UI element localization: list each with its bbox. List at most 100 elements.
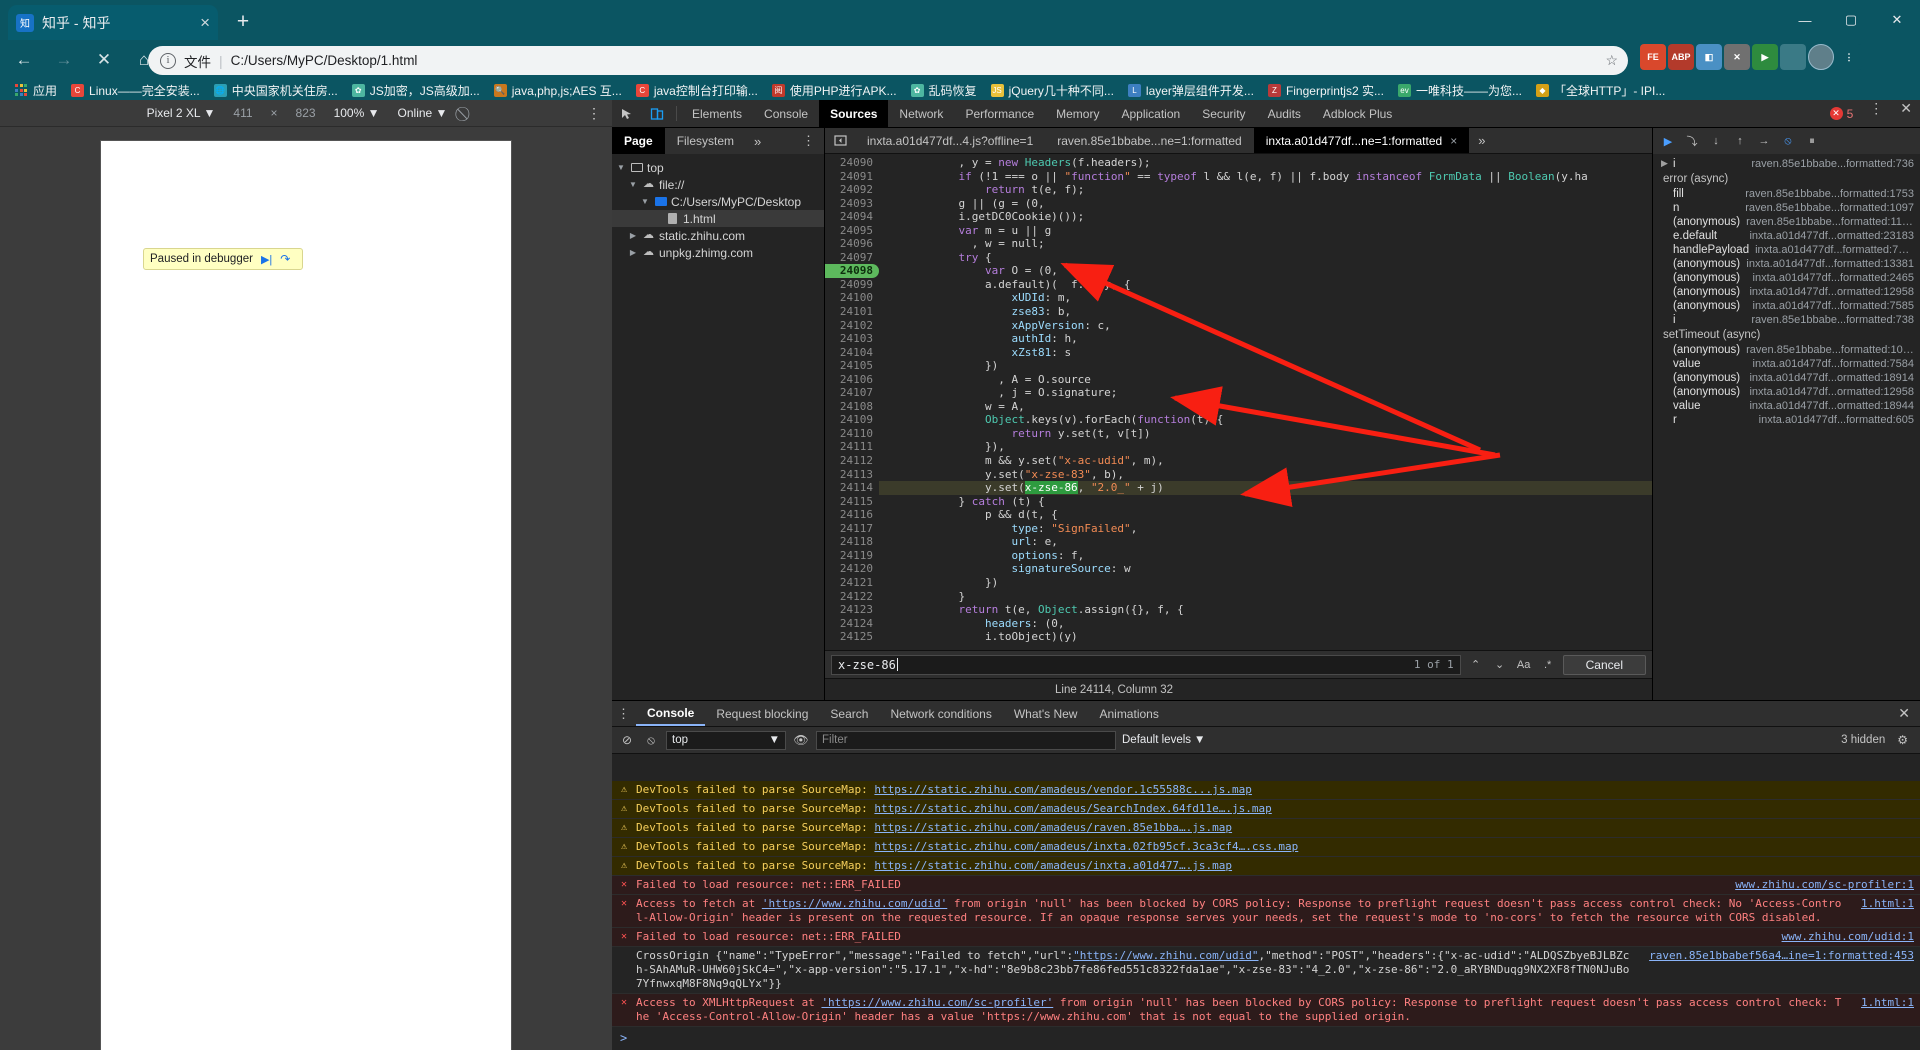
user-avatar-icon[interactable]: [1808, 44, 1834, 70]
adblock-extension-icon[interactable]: ABP: [1668, 44, 1694, 70]
clear-console-icon[interactable]: ⊘: [618, 733, 636, 747]
minimize-icon[interactable]: —: [1782, 0, 1828, 40]
bookmark-item[interactable]: JS jQuery几十种不同...: [984, 80, 1121, 100]
file-tree-node[interactable]: ▼ C:/Users/MyPC/Desktop: [612, 193, 824, 210]
call-stack-frame[interactable]: i raven.85e1bbabe...formatted:738: [1653, 313, 1920, 327]
window-close-icon[interactable]: ✕: [1874, 0, 1920, 40]
call-stack-frame[interactable]: e.default inxta.a01d477df...ormatted:2318…: [1653, 229, 1920, 243]
line-number[interactable]: 24094: [825, 210, 879, 224]
console-message-source-link[interactable]: raven.85e1bbabef56a4…ine=1:formatted:453: [1649, 949, 1914, 963]
file-tree-node[interactable]: ▼ ☁ file://: [612, 176, 824, 193]
console-message-link[interactable]: https://static.zhihu.com/amadeus/inxta.0…: [874, 840, 1298, 853]
error-badge[interactable]: ✕ 5: [1822, 100, 1862, 127]
editor-tab[interactable]: raven.85e1bbabe...ne=1:formatted: [1045, 128, 1253, 153]
new-tab-button[interactable]: +: [230, 10, 256, 36]
forward-icon[interactable]: →: [48, 44, 80, 76]
site-info-icon[interactable]: i: [160, 52, 176, 69]
drawer-tab-request-blocking[interactable]: Request blocking: [705, 701, 819, 726]
call-stack-frame[interactable]: r inxta.a01d477df...formatted:605: [1653, 413, 1920, 427]
twisty-icon[interactable]: ▼: [640, 197, 650, 206]
close-icon[interactable]: ×: [200, 14, 210, 31]
call-stack-frame[interactable]: ▶ i raven.85e1bbabe...formatted:736: [1653, 157, 1920, 171]
step-into-icon[interactable]: ↓: [1705, 131, 1727, 151]
devtools-close-icon[interactable]: ✕: [1892, 100, 1920, 127]
file-tree-node[interactable]: ▼ top: [612, 159, 824, 176]
resume-icon[interactable]: ▶: [1657, 131, 1679, 151]
tab-network[interactable]: Network: [888, 100, 954, 127]
line-number[interactable]: 24125: [825, 630, 879, 644]
line-number[interactable]: 24122: [825, 590, 879, 604]
line-number[interactable]: 24111: [825, 440, 879, 454]
regex-toggle[interactable]: .*: [1539, 659, 1557, 671]
generic-extension-2-icon[interactable]: ✕: [1724, 44, 1750, 70]
bookmark-item[interactable]: 阅使用PHP进行APK...: [765, 80, 904, 100]
search-cancel-button[interactable]: Cancel: [1562, 654, 1646, 675]
browser-tab[interactable]: 知 知乎 - 知乎 ×: [8, 5, 218, 40]
navigator-kebab-icon[interactable]: ⋮: [794, 128, 824, 154]
console-message-source-link[interactable]: www.zhihu.com/udid:1: [1782, 930, 1914, 944]
call-stack-frame[interactable]: (anonymous) inxta.a01d477df...ormatted:18…: [1653, 371, 1920, 385]
console-message-link[interactable]: "https://www.zhihu.com/udid": [1073, 949, 1258, 962]
step-icon[interactable]: →: [1753, 131, 1775, 151]
log-levels-select[interactable]: Default levels ▼: [1122, 734, 1205, 746]
tab-memory[interactable]: Memory: [1045, 100, 1110, 127]
line-number[interactable]: 24092: [825, 183, 879, 197]
line-number[interactable]: 24123: [825, 603, 879, 617]
feedly-extension-icon[interactable]: FE: [1640, 44, 1666, 70]
tab-application[interactable]: Application: [1110, 100, 1191, 127]
line-number[interactable]: 24104: [825, 346, 879, 360]
device-height[interactable]: 823: [296, 106, 316, 120]
call-stack-frame[interactable]: (anonymous) inxta.a01d477df...formatted:2…: [1653, 271, 1920, 285]
drawer-tab-animations[interactable]: Animations: [1088, 701, 1169, 726]
line-number[interactable]: 24103: [825, 332, 879, 346]
console-message-source-link[interactable]: 1.html:1: [1861, 996, 1914, 1010]
bookmark-item[interactable]: ✿ 乱码恢复: [904, 80, 984, 100]
devtools-kebab-icon[interactable]: ⋮: [1861, 100, 1892, 127]
inspect-element-icon[interactable]: [612, 100, 642, 127]
line-number[interactable]: 24114: [825, 481, 879, 495]
drawer-tab-console[interactable]: Console: [636, 701, 706, 726]
console-message-source-link[interactable]: 1.html:1: [1861, 897, 1914, 911]
tab-console[interactable]: Console: [753, 100, 819, 127]
tab-security[interactable]: Security: [1191, 100, 1256, 127]
twisty-icon[interactable]: ▼: [628, 180, 638, 189]
file-tree-node[interactable]: ▶ ☁ static.zhihu.com: [612, 227, 824, 244]
throttle-select[interactable]: Online ▼: [398, 106, 448, 120]
line-number[interactable]: 24118: [825, 535, 879, 549]
line-number[interactable]: 24101: [825, 305, 879, 319]
navigator-subtab-page[interactable]: Page: [612, 128, 665, 154]
line-number[interactable]: 24102: [825, 319, 879, 333]
file-tree-node[interactable]: ▶ ☁ unpkg.zhimg.com: [612, 244, 824, 261]
pause-on-exceptions-icon[interactable]: ⏸: [1801, 131, 1823, 151]
twisty-icon[interactable]: ▶: [628, 231, 638, 240]
twisty-icon[interactable]: ▶: [628, 248, 638, 257]
generic-extension-1-icon[interactable]: ◧: [1696, 44, 1722, 70]
device-toolbar-kebab-icon[interactable]: ⋮: [587, 105, 602, 122]
console-message-link[interactable]: 'https://www.zhihu.com/sc-profiler': [821, 996, 1053, 1009]
line-number[interactable]: 24108: [825, 400, 879, 414]
line-number[interactable]: 24112: [825, 454, 879, 468]
apps-shortcut[interactable]: 应用: [8, 80, 64, 100]
device-width[interactable]: 411: [233, 106, 252, 120]
call-stack-frame[interactable]: handlePayload inxta.a01d477df...formatted…: [1653, 243, 1920, 257]
live-expression-eye-icon[interactable]: 👁: [792, 733, 810, 747]
step-over-icon[interactable]: ⤵: [1681, 131, 1703, 151]
line-number[interactable]: 24121: [825, 576, 879, 590]
console-message-link[interactable]: 'https://www.zhihu.com/udid': [762, 897, 947, 910]
stop-icon[interactable]: ⦸: [642, 733, 660, 748]
call-stack-frame[interactable]: (anonymous) raven.85e1bbabe...formatted:1…: [1653, 343, 1920, 357]
gear-icon[interactable]: ⚙: [1891, 733, 1914, 747]
search-input[interactable]: x-zse-86 1 of 1: [831, 654, 1461, 675]
twisty-icon[interactable]: ▼: [616, 163, 626, 172]
file-tree-node[interactable]: 1.html: [612, 210, 824, 227]
editor-nav-back-icon[interactable]: [825, 128, 855, 153]
console-message-source-link[interactable]: www.zhihu.com/sc-profiler:1: [1735, 878, 1914, 892]
console-filter-input[interactable]: Filter: [816, 730, 1116, 750]
line-number[interactable]: 24109: [825, 413, 879, 427]
drawer-close-icon[interactable]: ✕: [1888, 701, 1920, 726]
call-stack-frame[interactable]: (anonymous) inxta.a01d477df...ormatted:12…: [1653, 285, 1920, 299]
navigator-subtab-filesystem[interactable]: Filesystem: [665, 128, 746, 154]
line-number[interactable]: 24097: [825, 251, 879, 265]
drawer-tab-search[interactable]: Search: [819, 701, 879, 726]
drawer-tab-network-conditions[interactable]: Network conditions: [879, 701, 1002, 726]
